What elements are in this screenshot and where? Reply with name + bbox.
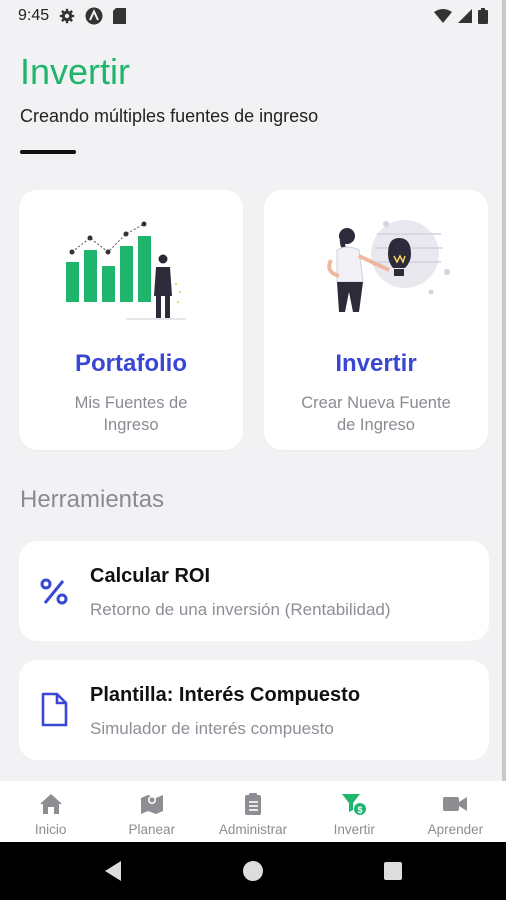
signal-icon <box>458 9 472 23</box>
tool-title: Plantilla: Interés Compuesto <box>90 684 361 706</box>
page-title: Invertir <box>20 51 131 92</box>
wifi-icon <box>434 9 452 23</box>
nav-label: Invertir <box>333 822 375 837</box>
title-underline <box>20 150 76 154</box>
recents-button[interactable] <box>323 861 463 881</box>
video-camera-icon <box>443 797 468 811</box>
nav-label: Planear <box>128 822 176 837</box>
status-bar: 9:45 <box>0 0 506 32</box>
nav-label: Administrar <box>218 822 288 837</box>
status-time: 9:45 <box>18 7 50 24</box>
back-icon <box>105 861 121 881</box>
woman-lightbulb-illustration <box>327 220 450 312</box>
invertir-card[interactable]: Invertir Crear Nueva Fuente de Ingreso <box>264 190 488 450</box>
nav-item-administrar[interactable]: Administrar <box>202 781 303 842</box>
nav-item-invertir[interactable]: $ Invertir <box>304 781 405 842</box>
nav-label: Inicio <box>34 822 67 837</box>
card-description: Mis Fuentes de Ingreso <box>74 394 188 434</box>
card-title: Invertir <box>335 350 417 377</box>
svg-text:$: $ <box>358 805 363 815</box>
calcular-roi-item[interactable]: Calcular ROI Retorno de una inversión (R… <box>19 541 489 641</box>
recents-icon <box>384 862 402 880</box>
home-button[interactable] <box>183 860 323 882</box>
section-title-herramientas: Herramientas <box>20 486 165 513</box>
android-icon <box>85 7 103 25</box>
page-subtitle: Creando múltiples fuentes de ingreso <box>20 106 319 126</box>
nav-label: Aprender <box>427 822 484 837</box>
gear-icon <box>59 8 75 24</box>
percent-icon <box>40 578 68 605</box>
nav-item-planear[interactable]: Planear <box>101 781 202 842</box>
filter-money-icon: $ <box>342 794 367 815</box>
clipboard-icon <box>245 793 261 815</box>
tool-title: Calcular ROI <box>90 565 211 587</box>
nav-item-aprender[interactable]: Aprender <box>405 781 506 842</box>
home-icon <box>39 794 62 814</box>
map-icon <box>140 795 163 814</box>
tool-description: Simulador de interés compuesto <box>90 719 334 738</box>
nav-item-inicio[interactable]: Inicio <box>0 781 101 842</box>
bar-chart-person-illustration <box>66 221 186 320</box>
page-header: Invertir Creando múltiples fuentes de in… <box>20 50 490 154</box>
tool-description: Retorno de una inversión (Rentabilidad) <box>90 600 391 619</box>
plantilla-interes-compuesto-item[interactable]: Plantilla: Interés Compuesto Simulador d… <box>19 660 489 760</box>
document-icon <box>41 692 68 727</box>
home-circle-icon <box>243 861 263 881</box>
card-title: Portafolio <box>75 350 187 377</box>
system-navigation-bar <box>0 842 506 900</box>
bottom-navigation: Inicio Planear Administrar $ Invertir Ap… <box>0 781 506 842</box>
scrollbar[interactable] <box>502 0 506 781</box>
back-button[interactable] <box>43 860 183 882</box>
card-description: Crear Nueva Fuente de Ingreso <box>301 394 451 434</box>
sd-card-icon <box>113 8 127 24</box>
portafolio-card[interactable]: Portafolio Mis Fuentes de Ingreso <box>19 190 243 450</box>
battery-icon <box>478 8 488 24</box>
